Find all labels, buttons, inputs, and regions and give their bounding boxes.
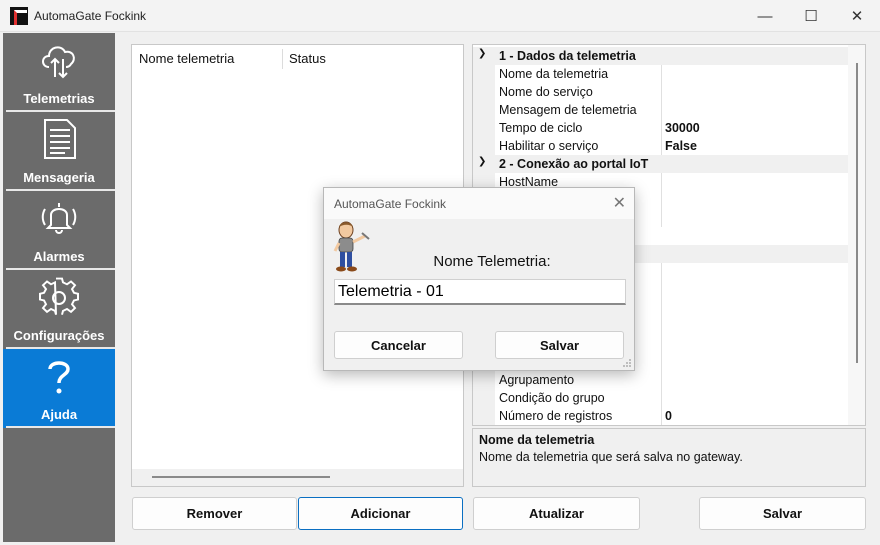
property-category[interactable]: ❯ 1 - Dados da telemetria (473, 47, 849, 65)
dialog-title: AutomaGate Fockink (334, 197, 447, 211)
sidebar-item-telemetrias[interactable]: Telemetrias (3, 33, 115, 112)
window-controls: — ☐ ✕ (742, 0, 880, 32)
sidebar-item-label: Alarmes (33, 249, 85, 264)
dialog-close-button[interactable]: ✕ (613, 193, 626, 213)
chevron-down-icon[interactable]: ❯ (478, 48, 486, 59)
cloud-transfer-icon (42, 46, 75, 79)
sidebar-item-alarmes[interactable]: Alarmes (3, 191, 115, 270)
new-telemetry-dialog: AutomaGate Fockink ✕ Nome Telemetria: Ca… (323, 187, 635, 371)
remove-button[interactable]: Remover (132, 497, 297, 530)
save-button[interactable]: Salvar (699, 497, 866, 530)
app-logo-icon (10, 6, 28, 25)
gear-icon (39, 277, 79, 315)
cancel-button[interactable]: Cancelar (334, 331, 463, 359)
chevron-down-icon[interactable]: ❯ (478, 156, 486, 167)
dialog-title-bar: AutomaGate Fockink ✕ (324, 188, 634, 219)
divider (6, 426, 115, 428)
document-icon (44, 119, 76, 159)
sidebar-item-label: Mensageria (23, 170, 95, 185)
telemetry-name-input[interactable] (334, 279, 626, 305)
property-row[interactable]: Habilitar o serviço False (473, 137, 849, 155)
description-title: Nome da telemetria (479, 433, 595, 447)
property-row[interactable]: Agrupamento (473, 371, 849, 389)
add-button[interactable]: Adicionar (298, 497, 463, 530)
dialog-save-button[interactable]: Salvar (495, 331, 624, 359)
sidebar-item-label: Configurações (13, 328, 105, 343)
question-mark-icon (48, 361, 70, 394)
sidebar-item-mensageria[interactable]: Mensageria (3, 112, 115, 191)
sidebar-item-label: Telemetrias (23, 91, 95, 106)
property-row[interactable]: Condição do grupo (473, 389, 849, 407)
update-button[interactable]: Atualizar (473, 497, 640, 530)
property-category[interactable]: ❯ 2 - Conexão ao portal IoT (473, 155, 849, 173)
maximize-button[interactable]: ☐ (788, 0, 834, 32)
sidebar: Telemetrias Mensageria Alarmes Configura… (3, 33, 115, 542)
column-divider[interactable] (282, 49, 283, 69)
list-header: Nome telemetria Status (132, 45, 463, 71)
sidebar-item-label: Ajuda (40, 407, 78, 422)
resize-grip-icon[interactable] (622, 358, 632, 368)
description-text: Nome da telemetria que será salva no gat… (479, 450, 743, 464)
dialog-label: Nome Telemetria: (433, 253, 551, 270)
horizontal-scrollbar[interactable] (132, 469, 463, 486)
property-row[interactable]: Nome da telemetria (473, 65, 849, 83)
property-row[interactable]: Número de registros 0 (473, 407, 849, 425)
vertical-scrollbar[interactable] (848, 45, 865, 425)
scrollbar-thumb[interactable] (152, 476, 330, 478)
property-row[interactable]: Nome do serviço (473, 83, 849, 101)
window-title: AutomaGate Fockink (34, 8, 147, 23)
sidebar-item-configuracoes[interactable]: Configurações (3, 270, 115, 349)
bell-icon (41, 203, 77, 234)
property-row[interactable]: Mensagem de telemetria (473, 101, 849, 119)
close-button[interactable]: ✕ (834, 0, 880, 32)
property-row[interactable]: Tempo de ciclo 30000 (473, 119, 849, 137)
title-bar: AutomaGate Fockink — ☐ ✕ (0, 0, 880, 32)
scrollbar-thumb[interactable] (856, 63, 858, 363)
property-description: Nome da telemetria Nome da telemetria qu… (472, 428, 866, 487)
column-header-name[interactable]: Nome telemetria (139, 51, 234, 66)
column-header-status[interactable]: Status (289, 51, 326, 66)
sidebar-item-ajuda[interactable]: Ajuda (3, 349, 115, 428)
minimize-button[interactable]: — (742, 0, 788, 32)
